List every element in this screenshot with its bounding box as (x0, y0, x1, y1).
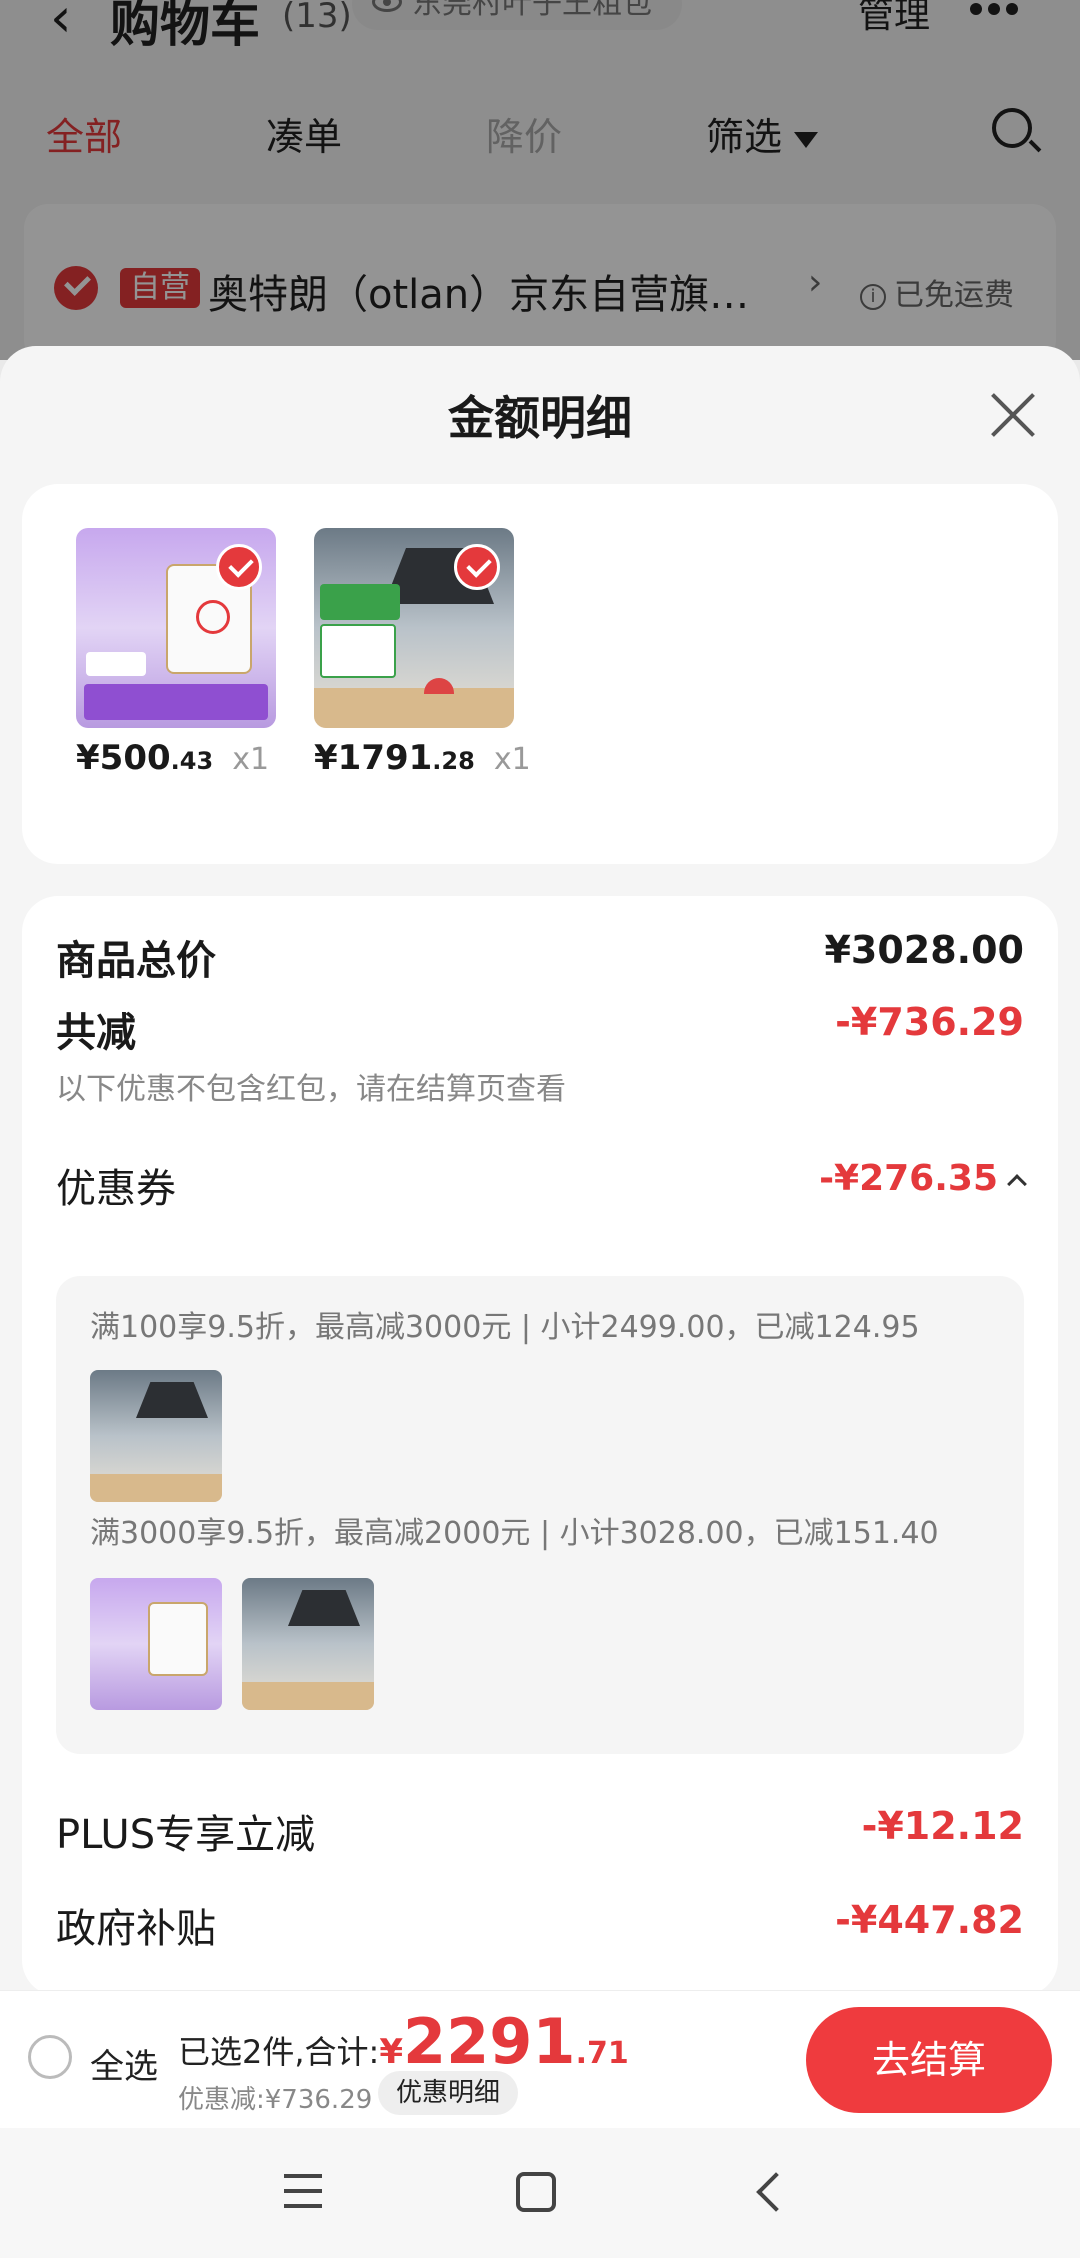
product-price-row: ¥1791.28 x1 (314, 738, 531, 778)
checkout-button[interactable]: 去结算 (806, 2007, 1052, 2113)
gov-subsidy-value: -¥447.82 (835, 1898, 1024, 1942)
home-icon[interactable] (516, 2172, 556, 2212)
select-all-checkbox[interactable] (28, 2035, 72, 2079)
coupon-rule: 满3000享9.5折，最高减2000元 | 小计3028.00，已减151.40 (90, 1516, 939, 1551)
currency-symbol: ¥ (379, 2032, 403, 2072)
plus-discount-value: -¥12.12 (861, 1804, 1024, 1848)
total-reduce-value: -¥736.29 (835, 1000, 1024, 1044)
product-qty: x1 (493, 742, 531, 777)
discount-text: 优惠减:¥736.29 (178, 2085, 373, 2115)
products-card: ¥500.43 x1 ¥1791.28 x1 (22, 484, 1058, 864)
product-price-main: ¥500 (76, 738, 171, 778)
product-thumbnail (242, 1578, 374, 1710)
gov-subsidy-label: 政府补贴 (56, 1906, 216, 1952)
product-price-cents: .43 (170, 747, 214, 775)
discount-detail-button[interactable]: 优惠明细 (378, 2071, 519, 2115)
product-price: ¥1791.28 (314, 738, 475, 778)
checked-icon (454, 544, 500, 590)
coupon-rule: 满100享9.5折，最高减3000元 | 小计2499.00，已减124.95 (90, 1310, 920, 1345)
selected-text: 已选2件,合计: (178, 2033, 380, 2071)
total-price-label: 商品总价 (56, 938, 216, 984)
total-reduce-label: 共减 (56, 1010, 136, 1056)
checked-icon (216, 544, 262, 590)
amount-detail-sheet: 金额明细 ¥500.43 x1 ¥1791.28 x1 商品总价 ¥3028.0… (0, 346, 1080, 1996)
product-item[interactable] (76, 528, 276, 728)
overlay-dim[interactable] (0, 0, 1080, 360)
coupon-toggle[interactable]: -¥276.35 (819, 1158, 1027, 1199)
coupon-label: 优惠券 (56, 1166, 176, 1212)
coupon-breakdown: 满100享9.5折，最高减3000元 | 小计2499.00，已减124.95 … (56, 1276, 1024, 1754)
total-summary: 已选2件,合计:¥2291.71 (178, 2005, 629, 2078)
product-image (76, 528, 276, 728)
product-price-row: ¥500.43 x1 (76, 738, 269, 778)
product-qty: x1 (232, 742, 270, 777)
reduce-note: 以下优惠不包含红包，请在结算页查看 (56, 1072, 566, 1107)
plus-discount-label: PLUS专享立减 (56, 1812, 316, 1858)
product-item[interactable] (314, 528, 514, 728)
menu-icon[interactable] (284, 2174, 322, 2208)
coupon-value: -¥276.35 (819, 1158, 998, 1199)
checkout-bar: 全选 已选2件,合计:¥2291.71 优惠减:¥736.29 优惠明细 去结算 (0, 1990, 1080, 2128)
chevron-up-icon (1007, 1174, 1027, 1194)
product-price: ¥500.43 (76, 738, 213, 778)
product-image (314, 528, 514, 728)
back-icon[interactable] (756, 2172, 796, 2212)
product-price-main: ¥1791 (314, 738, 433, 778)
total-price-value: ¥3028.00 (824, 928, 1024, 972)
product-price-cents: .28 (432, 747, 475, 775)
total-amount: 2291 (403, 2005, 576, 2078)
sheet-title: 金额明细 (448, 391, 632, 445)
total-cents: .71 (575, 2036, 629, 2071)
product-thumbnail (90, 1370, 222, 1502)
background-page: ‹ 购物车 (13) 东莞村叶子王粗包 管理 全部 凑单 降价 筛选 自营 奥特… (0, 0, 1080, 364)
select-all-label[interactable]: 全选 (90, 2039, 158, 2088)
product-thumbnail (90, 1578, 222, 1710)
system-nav-bar (0, 2128, 1080, 2258)
close-icon[interactable] (990, 392, 1036, 438)
price-details-card: 商品总价 ¥3028.00 共减 -¥736.29 以下优惠不包含红包，请在结算… (22, 896, 1058, 1996)
